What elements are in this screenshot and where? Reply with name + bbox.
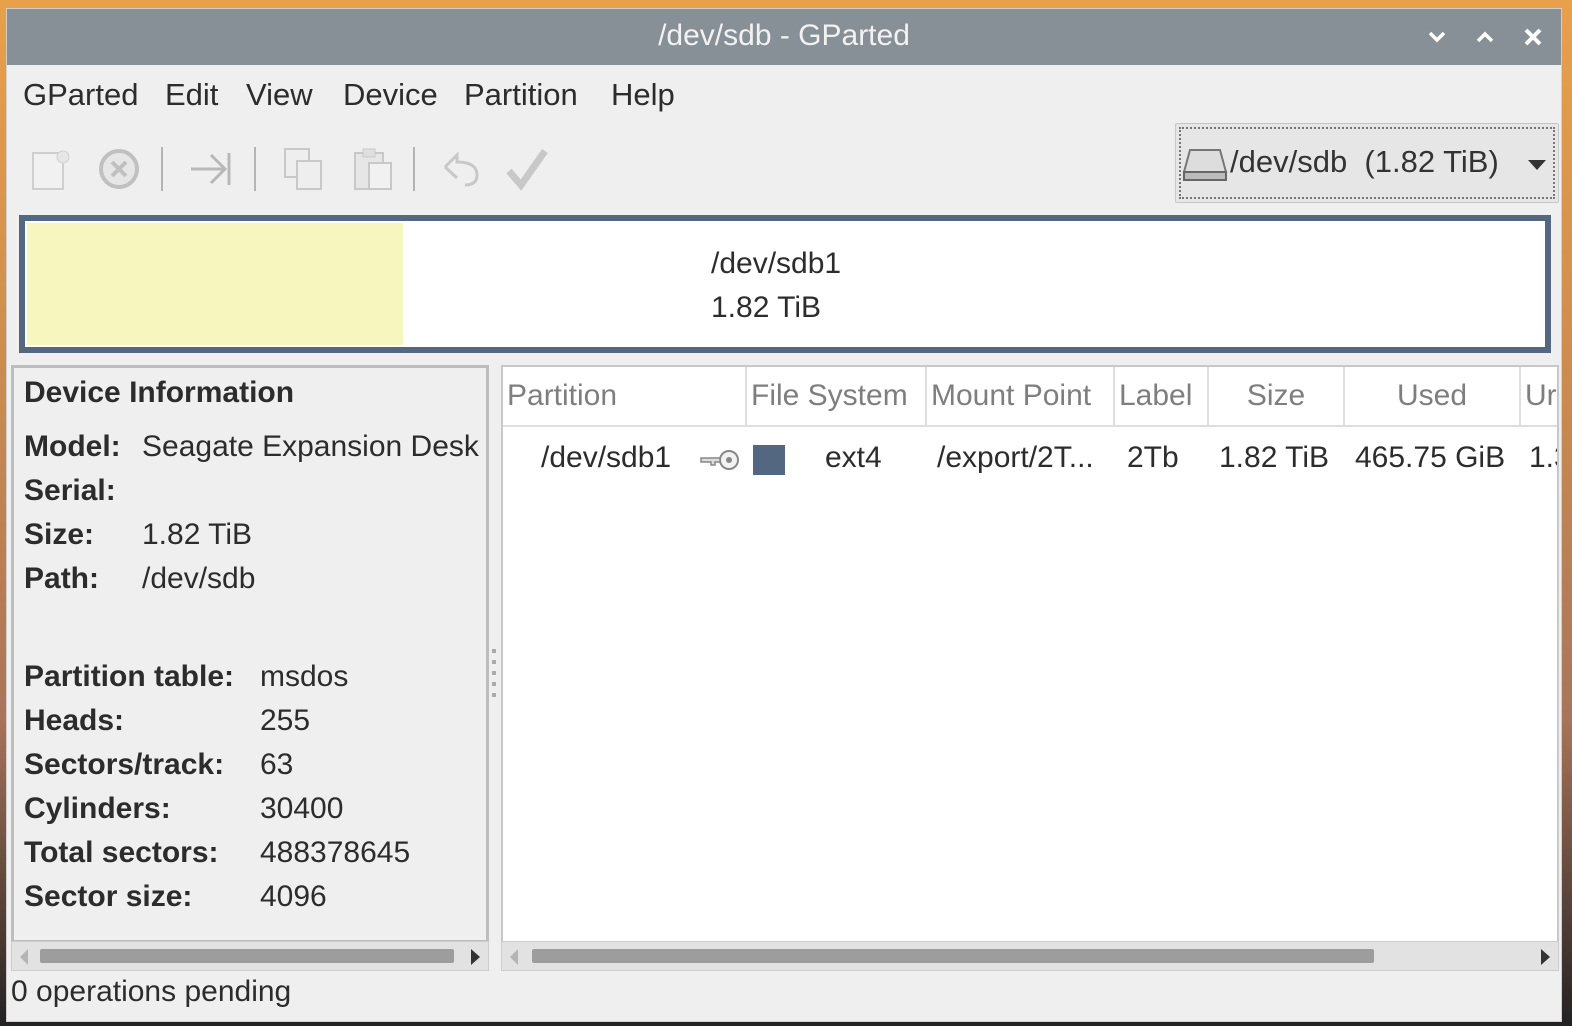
device-information-panel: Device Information Model: Seagate Expans… [11, 365, 489, 943]
scrollbar-thumb[interactable] [40, 949, 454, 963]
partition-list: Partition File System Mount Point Label … [501, 365, 1559, 943]
toolbar-separator [254, 147, 256, 191]
info-value: msdos [260, 660, 349, 693]
column-header-label[interactable]: Label [1115, 367, 1209, 425]
scroll-left-icon[interactable] [20, 949, 28, 965]
menu-bar: GParted Edit View Device Partition Help [7, 67, 1561, 123]
column-header-used[interactable]: Used [1345, 367, 1521, 425]
dropdown-arrow-icon [1528, 160, 1546, 170]
cell-size: 1.82 TiB [1219, 441, 1330, 474]
menu-partition[interactable]: Partition [464, 77, 578, 113]
info-key: Partition table: [24, 660, 235, 693]
scrollbar-thumb[interactable] [532, 949, 1374, 963]
cell-used: 465.75 GiB [1355, 441, 1506, 474]
toolbar-separator [161, 147, 163, 191]
disk-map-partition-size: 1.82 TiB [711, 291, 822, 324]
table-row[interactable]: /dev/sdb1 ext4 /export/2T... 2Tb 1.82 Ti… [503, 427, 1557, 491]
cell-mount-point: /export/2T... [937, 441, 1094, 474]
info-value: 63 [260, 748, 294, 781]
info-panel-scrollbar[interactable] [11, 941, 489, 971]
menu-device[interactable]: Device [343, 77, 438, 113]
column-header-partition[interactable]: Partition [503, 367, 747, 425]
undo-icon[interactable] [437, 145, 485, 193]
scroll-right-icon[interactable] [471, 949, 480, 965]
close-icon[interactable] [1515, 19, 1551, 55]
device-selector[interactable]: /dev/sdb (1.82 TiB) [1175, 123, 1559, 203]
info-key: Path: [24, 562, 99, 595]
cell-unused: 1.3 [1529, 441, 1557, 474]
info-value: 488378645 [260, 836, 411, 869]
info-key: Sectors/track: [24, 748, 225, 781]
disk-map[interactable]: /dev/sdb1 1.82 TiB [19, 215, 1551, 353]
partition-list-scrollbar[interactable] [501, 941, 1559, 971]
pane-resize-handle[interactable] [491, 649, 497, 709]
device-information-heading: Device Information [24, 376, 295, 409]
info-key: Heads: [24, 704, 125, 737]
scroll-left-icon[interactable] [510, 949, 518, 965]
info-key: Sector size: [24, 880, 193, 913]
window-title: /dev/sdb - GParted [658, 19, 910, 52]
cell-label: 2Tb [1127, 441, 1179, 474]
disk-map-partition-name: /dev/sdb1 [711, 247, 842, 280]
new-partition-icon[interactable] [27, 145, 75, 193]
info-key: Cylinders: [24, 792, 171, 825]
info-value: 30400 [260, 792, 344, 825]
copy-icon[interactable] [279, 145, 327, 193]
title-bar[interactable]: /dev/sdb - GParted [7, 9, 1561, 65]
toolbar-separator [413, 147, 415, 191]
menu-gparted[interactable]: GParted [23, 77, 138, 113]
column-header-mount-point[interactable]: Mount Point [927, 367, 1115, 425]
hard-disk-icon [1182, 146, 1228, 182]
resize-move-icon[interactable] [187, 145, 235, 193]
minimize-icon[interactable] [1419, 19, 1455, 55]
column-header-size[interactable]: Size [1209, 367, 1345, 425]
column-header-file-system[interactable]: File System [747, 367, 927, 425]
info-key: Size: [24, 518, 95, 551]
partition-list-header: Partition File System Mount Point Label … [503, 367, 1557, 427]
cell-partition: /dev/sdb1 [541, 441, 672, 474]
info-value: 255 [260, 704, 311, 737]
maximize-icon[interactable] [1467, 19, 1503, 55]
file-system-color-swatch [753, 445, 785, 475]
menu-view[interactable]: View [246, 77, 313, 113]
info-value: Seagate Expansion Desk [142, 430, 479, 463]
delete-icon[interactable] [95, 145, 143, 193]
cell-file-system: ext4 [825, 441, 882, 474]
info-key: Total sectors: [24, 836, 219, 869]
device-selector-value: /dev/sdb (1.82 TiB) [1230, 144, 1499, 179]
gparted-window: /dev/sdb - GParted GParted Edit View Dev… [6, 8, 1562, 1022]
info-value: 1.82 TiB [142, 518, 253, 551]
info-key: Serial: [24, 474, 116, 507]
scroll-right-icon[interactable] [1541, 949, 1550, 965]
paste-icon[interactable] [349, 145, 397, 193]
status-bar-text: 0 operations pending [11, 975, 292, 1008]
info-key: Model: [24, 430, 121, 463]
partition-used-space [27, 223, 403, 345]
info-value: 4096 [260, 880, 327, 913]
menu-edit[interactable]: Edit [165, 77, 218, 113]
key-icon [699, 449, 741, 471]
menu-help[interactable]: Help [611, 77, 675, 113]
info-value: /dev/sdb [142, 562, 256, 595]
apply-icon[interactable] [503, 145, 551, 193]
column-header-unused[interactable]: Ur [1521, 367, 1557, 425]
